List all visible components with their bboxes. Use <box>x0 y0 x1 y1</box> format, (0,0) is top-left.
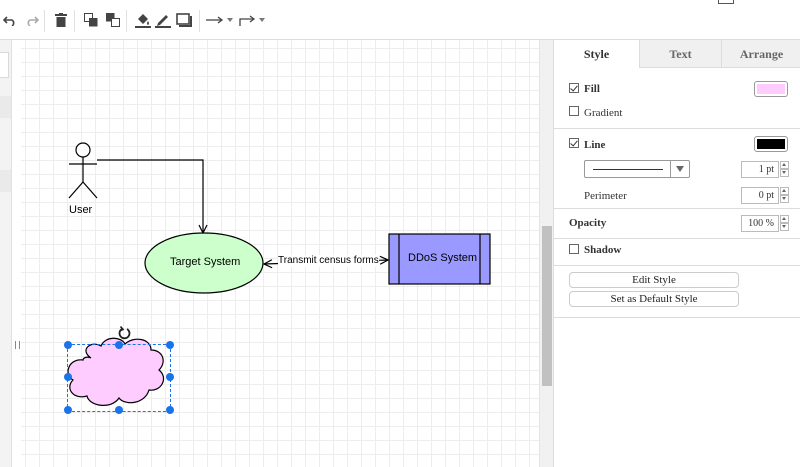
resize-handle[interactable] <box>115 341 123 349</box>
waypoints-icon[interactable] <box>238 10 258 30</box>
chevron-down-icon[interactable] <box>227 18 233 22</box>
delete-icon[interactable] <box>51 10 71 30</box>
line-pattern-preview <box>593 169 663 170</box>
scrollbar-thumb[interactable] <box>542 226 552 386</box>
perimeter-input[interactable]: 0 pt <box>741 187 779 204</box>
line-label: Line <box>584 139 606 151</box>
toolbar-divider <box>74 10 75 32</box>
line-width-input[interactable]: 1 pt <box>741 161 779 178</box>
stepper-down-icon[interactable] <box>780 169 789 177</box>
to-front-icon[interactable] <box>81 10 101 30</box>
sidebar-section-header[interactable] <box>0 96 11 118</box>
opacity-input[interactable]: 100 % <box>741 215 779 232</box>
edge-label[interactable]: Transmit census forms <box>278 255 379 267</box>
stepper-down-icon[interactable] <box>780 195 789 203</box>
fill-color-swatch[interactable] <box>754 81 788 97</box>
tab-text[interactable]: Text <box>639 40 721 68</box>
toolbar <box>0 0 800 40</box>
connection-icon[interactable] <box>205 10 225 30</box>
section-divider <box>554 317 800 318</box>
section-divider <box>554 238 800 239</box>
line-width-stepper[interactable] <box>780 161 789 178</box>
diagram-canvas[interactable]: User Target System DDoS System Transmit … <box>21 40 539 467</box>
stepper-down-icon[interactable] <box>780 223 789 231</box>
resize-handle[interactable] <box>64 373 72 381</box>
line-checkbox[interactable] <box>569 138 579 148</box>
shapes-sidebar-collapsed <box>0 40 12 467</box>
line-color-swatch[interactable] <box>754 136 788 152</box>
ddos-system-label: DDoS System <box>408 252 478 264</box>
undo-icon[interactable] <box>0 10 20 30</box>
sidebar-section-header[interactable] <box>0 170 11 192</box>
toolbar-divider <box>199 10 200 32</box>
gradient-checkbox[interactable] <box>569 106 579 116</box>
shadow-icon[interactable] <box>174 10 194 30</box>
gradient-label: Gradient <box>584 107 623 119</box>
resize-handle[interactable] <box>166 373 174 381</box>
shadow-checkbox[interactable] <box>569 244 579 254</box>
stepper-up-icon[interactable] <box>780 161 789 169</box>
edit-style-button[interactable]: Edit Style <box>569 272 739 288</box>
fill-color-preview <box>757 84 785 94</box>
line-color-preview <box>757 139 785 149</box>
to-back-icon[interactable] <box>103 10 123 30</box>
selection-box <box>67 344 171 412</box>
resize-handle[interactable] <box>64 341 72 349</box>
rotate-handle-icon[interactable] <box>118 325 131 340</box>
shadow-label: Shadow <box>584 244 622 256</box>
toolbar-divider <box>126 10 127 32</box>
resize-handle[interactable] <box>166 406 174 414</box>
user-actor[interactable] <box>68 142 98 199</box>
chevron-down-icon[interactable] <box>259 18 265 22</box>
tab-arrange[interactable]: Arrange <box>721 40 800 68</box>
actor-label: User <box>69 204 93 216</box>
tab-style[interactable]: Style <box>554 40 639 68</box>
fill-checkbox[interactable] <box>569 83 579 93</box>
sidebar-search-box[interactable] <box>0 52 9 78</box>
edge-user-target[interactable] <box>97 159 203 233</box>
section-divider <box>554 208 800 209</box>
set-default-style-button[interactable]: Set as Default Style <box>569 291 739 307</box>
window-corner-mark <box>718 0 734 4</box>
section-divider <box>554 128 800 129</box>
sidebar-resize-handle[interactable] <box>15 341 20 349</box>
resize-handle[interactable] <box>64 406 72 414</box>
redo-icon[interactable] <box>22 10 42 30</box>
toolbar-divider <box>44 10 45 32</box>
chevron-down-icon[interactable] <box>670 161 689 177</box>
target-system-label: Target System <box>170 256 241 268</box>
line-pattern-select[interactable] <box>584 160 690 178</box>
perimeter-label: Perimeter <box>584 190 627 202</box>
fill-color-icon[interactable] <box>133 10 153 30</box>
format-tabs: Style Text Arrange <box>554 40 800 68</box>
perimeter-stepper[interactable] <box>780 187 789 204</box>
resize-handle[interactable] <box>166 341 174 349</box>
line-color-icon[interactable] <box>153 10 173 30</box>
stepper-up-icon[interactable] <box>780 187 789 195</box>
resize-handle[interactable] <box>115 406 123 414</box>
fill-label: Fill <box>584 83 600 95</box>
canvas-scrollbar[interactable] <box>539 40 553 467</box>
opacity-stepper[interactable] <box>780 215 789 232</box>
stepper-up-icon[interactable] <box>780 215 789 223</box>
section-divider <box>554 265 800 266</box>
opacity-label: Opacity <box>569 217 607 229</box>
format-panel: Style Text Arrange Fill Gradient Line 1 … <box>553 40 800 467</box>
